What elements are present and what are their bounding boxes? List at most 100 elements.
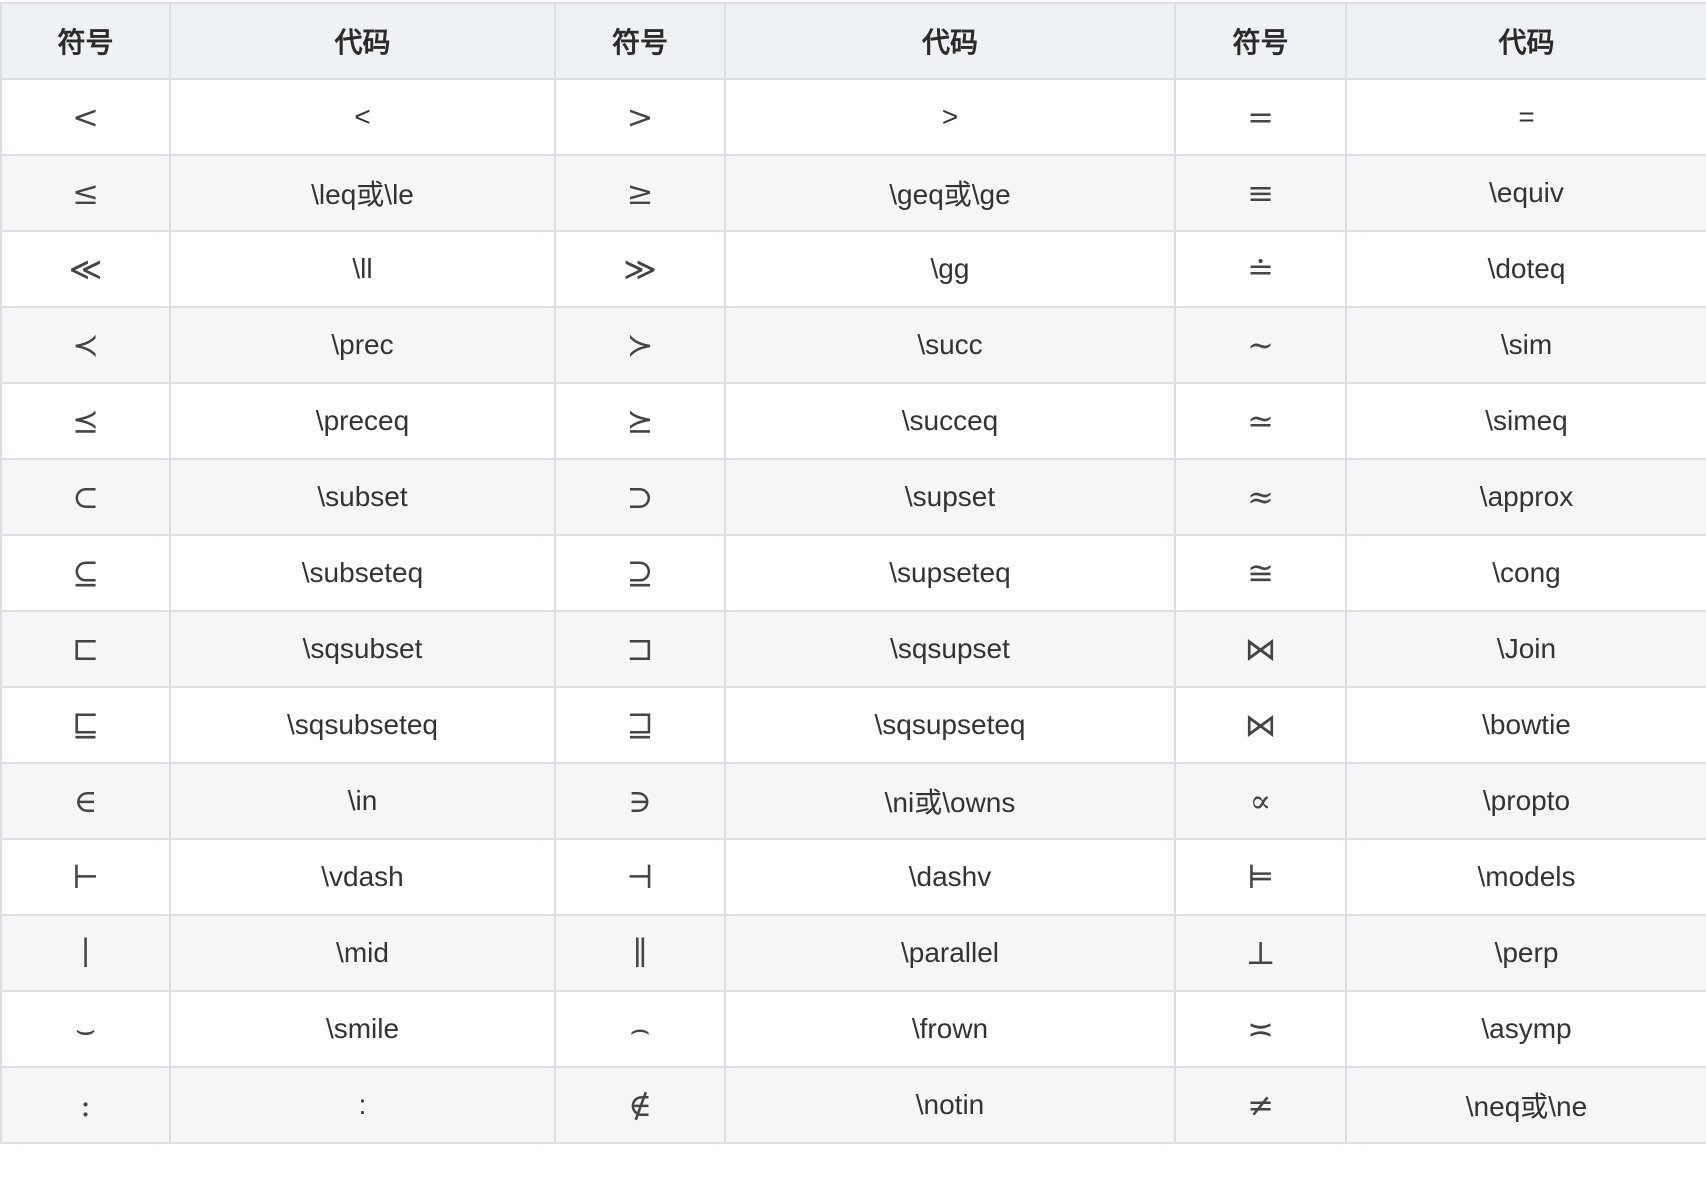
code-cell: \cong xyxy=(1345,534,1706,612)
symbol-cell: ⪰ xyxy=(554,382,726,460)
symbol-cell: ⊨ xyxy=(1174,838,1347,916)
symbol-cell: ∈ xyxy=(0,762,171,840)
symbol-cell: ⊥ xyxy=(1174,914,1347,992)
table-row: ≪ \ll ≫ \gg ≐ \doteq xyxy=(0,230,1706,308)
table-body: < < > > = = ≤ \leq或\le ≥ \geq或\ge ≡ \equiv ≪ \ll ≫ \gg ≐… xyxy=(0,78,1706,1144)
table-header: 符号 代码 符号 代码 符号 代码 xyxy=(0,2,1706,80)
symbol-cell: ∼ xyxy=(1174,306,1347,384)
code-cell: \subset xyxy=(169,458,556,536)
symbol-cell: = xyxy=(1174,78,1347,156)
symbol-cell: ∥ xyxy=(554,914,726,992)
symbol-cell: ≅ xyxy=(1174,534,1347,612)
code-cell: \in xyxy=(169,762,556,840)
symbol-cell: ∋ xyxy=(554,762,726,840)
code-cell: \frown xyxy=(724,990,1176,1068)
symbol-cell: ⋈ xyxy=(1174,686,1347,764)
table-row: ⊏ \sqsubset ⊐ \sqsupset ⋈ \Join xyxy=(0,610,1706,688)
symbol-cell: ⊂ xyxy=(0,458,171,536)
symbol-cell: ⊐ xyxy=(554,610,726,688)
code-cell: \sqsupset xyxy=(724,610,1176,688)
symbol-cell: ≍ xyxy=(1174,990,1347,1068)
symbol-cell: ≤ xyxy=(0,154,171,232)
table-row: :: ∉ \notin ≠ \neq或\ne xyxy=(0,1066,1706,1144)
symbol-cell: > xyxy=(554,78,726,156)
table-row: ⊑ \sqsubseteq ⊒ \sqsupseteq ⋈ \bowtie xyxy=(0,686,1706,764)
symbol-cell: ⌣ xyxy=(0,990,171,1068)
symbol-cell: ∣ xyxy=(0,914,171,992)
code-cell: \approx xyxy=(1345,458,1706,536)
code-cell: : xyxy=(169,1066,556,1144)
symbol-cell: ⊏ xyxy=(0,610,171,688)
code-cell: \equiv xyxy=(1345,154,1706,232)
table-row: ∈ \in ∋ \ni或\owns ∝ \propto xyxy=(0,762,1706,840)
header-symbol-2: 符号 xyxy=(554,2,726,80)
code-cell: \propto xyxy=(1345,762,1706,840)
code-cell: \sqsubset xyxy=(169,610,556,688)
symbol-cell: ⊑ xyxy=(0,686,171,764)
code-cell: \ll xyxy=(169,230,556,308)
code-cell: \mid xyxy=(169,914,556,992)
symbol-cell: ⊒ xyxy=(554,686,726,764)
symbol-cell: ≫ xyxy=(554,230,726,308)
header-symbol-1: 符号 xyxy=(0,2,171,80)
symbol-cell: ⋈ xyxy=(1174,610,1347,688)
code-cell: \smile xyxy=(169,990,556,1068)
symbol-cell: ⊆ xyxy=(0,534,171,612)
latex-relation-symbol-table: 符号 代码 符号 代码 符号 代码 < < > > = = ≤ \leq或\le ≥ \geq或\… xyxy=(0,2,1706,1144)
symbol-cell: ⊇ xyxy=(554,534,726,612)
symbol-cell: ≈ xyxy=(1174,458,1347,536)
symbol-cell: ≐ xyxy=(1174,230,1347,308)
code-cell: \geq或\ge xyxy=(724,154,1176,232)
header-code-1: 代码 xyxy=(169,2,556,80)
code-cell: \dashv xyxy=(724,838,1176,916)
code-cell: < xyxy=(169,78,556,156)
symbol-cell: ≠ xyxy=(1174,1066,1347,1144)
code-cell: \supset xyxy=(724,458,1176,536)
code-cell: \parallel xyxy=(724,914,1176,992)
code-cell: \preceq xyxy=(169,382,556,460)
table-row: < < > > = = xyxy=(0,78,1706,156)
header-code-3: 代码 xyxy=(1345,2,1706,80)
code-cell: \prec xyxy=(169,306,556,384)
code-cell: \Join xyxy=(1345,610,1706,688)
code-cell: \models xyxy=(1345,838,1706,916)
code-cell: \sqsubseteq xyxy=(169,686,556,764)
code-cell: = xyxy=(1345,78,1706,156)
code-cell: \neq或\ne xyxy=(1345,1066,1706,1144)
header-symbol-3: 符号 xyxy=(1174,2,1347,80)
symbol-cell: ∉ xyxy=(554,1066,726,1144)
table-row: ≺ \prec ≻ \succ ∼ \sim xyxy=(0,306,1706,384)
header-code-2: 代码 xyxy=(724,2,1176,80)
code-cell: \simeq xyxy=(1345,382,1706,460)
code-cell: \subseteq xyxy=(169,534,556,612)
table-row: ⊢ \vdash ⊣ \dashv ⊨ \models xyxy=(0,838,1706,916)
code-cell: \gg xyxy=(724,230,1176,308)
symbol-cell: ≥ xyxy=(554,154,726,232)
code-cell: \sqsupseteq xyxy=(724,686,1176,764)
symbol-cell: : xyxy=(0,1066,171,1144)
symbol-cell: ⪯ xyxy=(0,382,171,460)
table-row: ⊂ \subset ⊃ \supset ≈ \approx xyxy=(0,458,1706,536)
code-cell: \asymp xyxy=(1345,990,1706,1068)
table-row: ⪯ \preceq ⪰ \succeq ≃ \simeq xyxy=(0,382,1706,460)
code-cell: \vdash xyxy=(169,838,556,916)
code-cell: \sim xyxy=(1345,306,1706,384)
code-cell: \ni或\owns xyxy=(724,762,1176,840)
symbol-cell: ⌢ xyxy=(554,990,726,1068)
table-row: ≤ \leq或\le ≥ \geq或\ge ≡ \equiv xyxy=(0,154,1706,232)
header-row: 符号 代码 符号 代码 符号 代码 xyxy=(0,2,1706,80)
symbol-cell: ⊃ xyxy=(554,458,726,536)
code-cell: \doteq xyxy=(1345,230,1706,308)
symbol-cell: < xyxy=(0,78,171,156)
code-cell: \bowtie xyxy=(1345,686,1706,764)
code-cell: \leq或\le xyxy=(169,154,556,232)
symbol-cell: ≻ xyxy=(554,306,726,384)
code-cell: \succeq xyxy=(724,382,1176,460)
table-row: ⌣ \smile ⌢ \frown ≍ \asymp xyxy=(0,990,1706,1068)
symbol-table-container: 符号 代码 符号 代码 符号 代码 < < > > = = ≤ \leq或\le ≥ \geq或\… xyxy=(0,2,1706,1178)
table-row: ⊆ \subseteq ⊇ \supseteq ≅ \cong xyxy=(0,534,1706,612)
code-cell: \succ xyxy=(724,306,1176,384)
symbol-cell: ≺ xyxy=(0,306,171,384)
symbol-cell: ∝ xyxy=(1174,762,1347,840)
table-row: ∣ \mid ∥ \parallel ⊥ \perp xyxy=(0,914,1706,992)
